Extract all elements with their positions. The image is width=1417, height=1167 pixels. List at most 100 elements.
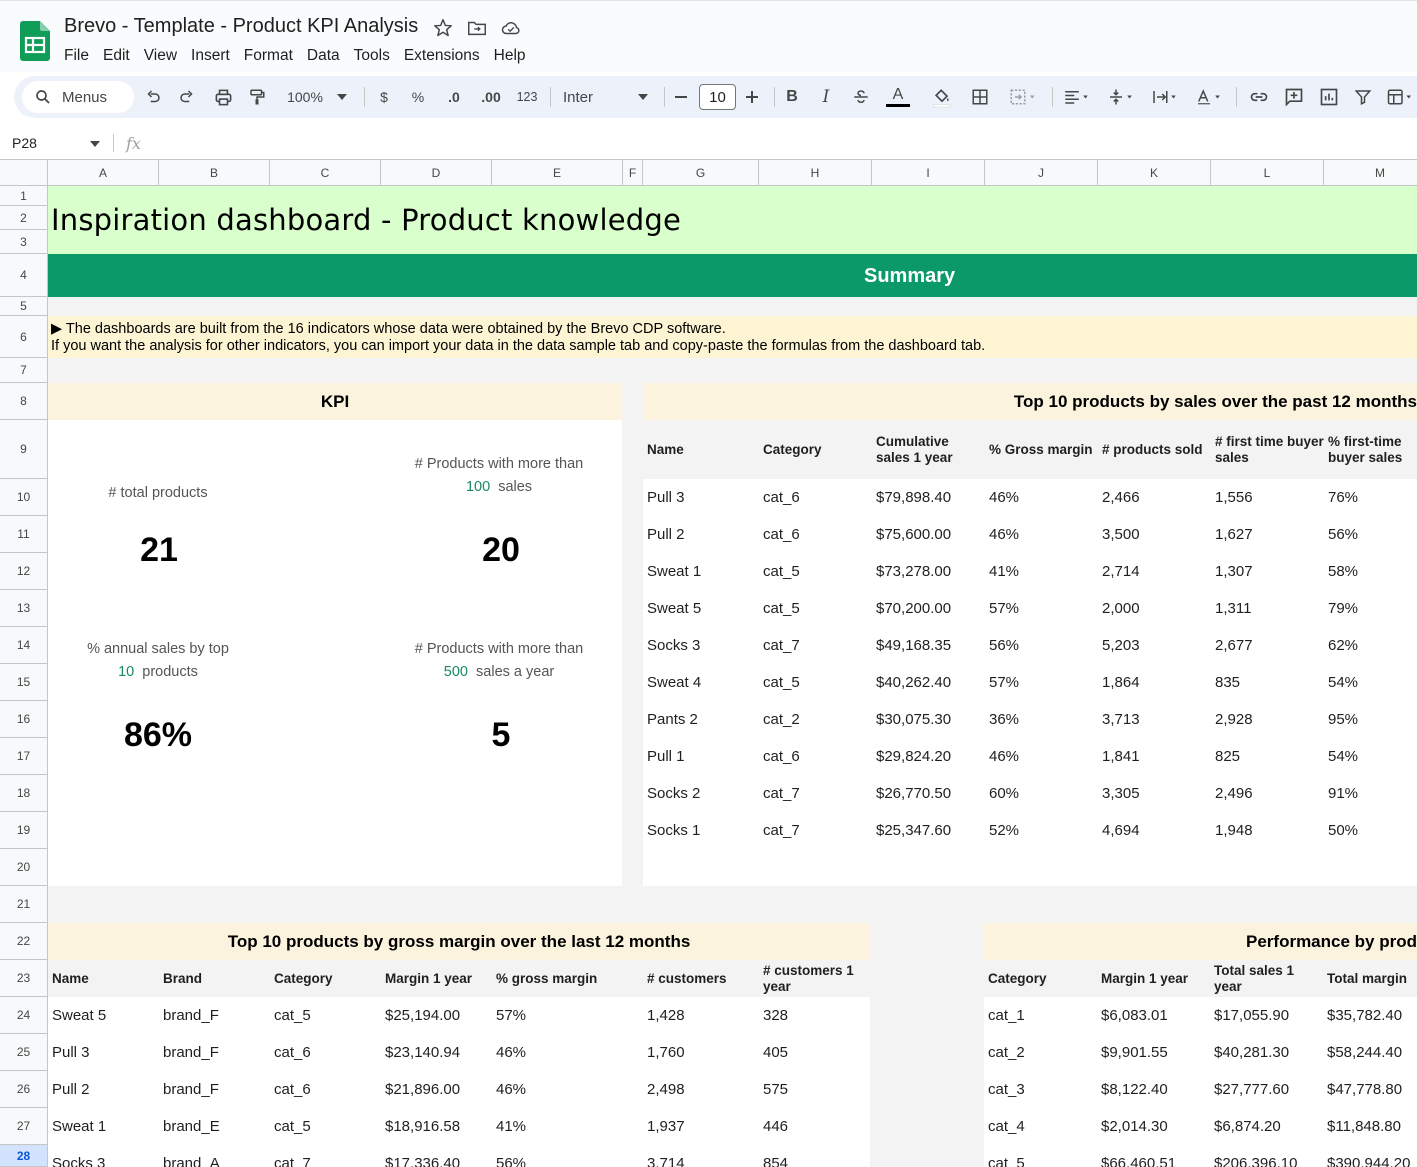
- row-header[interactable]: 13: [0, 590, 47, 627]
- row-header[interactable]: 26: [0, 1071, 47, 1108]
- star-icon[interactable]: [432, 17, 454, 39]
- decrease-decimal-button[interactable]: .0: [442, 76, 466, 118]
- font-size-input[interactable]: 10: [699, 84, 736, 110]
- insert-link-icon[interactable]: [1247, 76, 1271, 118]
- decrease-font-size-icon[interactable]: [673, 76, 689, 118]
- currency-format-button[interactable]: $: [376, 76, 392, 118]
- borders-icon[interactable]: [969, 76, 991, 118]
- zoom-value[interactable]: 100%: [282, 76, 328, 118]
- menu-extensions[interactable]: Extensions: [397, 45, 487, 67]
- row-header[interactable]: 14: [0, 627, 47, 664]
- row-header[interactable]: 2: [0, 206, 47, 230]
- row-header[interactable]: 23: [0, 960, 47, 997]
- menu-help[interactable]: Help: [487, 45, 533, 67]
- row-header[interactable]: 11: [0, 516, 47, 553]
- vertical-align-icon[interactable]: [1104, 76, 1140, 118]
- column-header[interactable]: L: [1211, 160, 1324, 186]
- fill-color-icon[interactable]: [930, 76, 954, 118]
- row-header[interactable]: 10: [0, 479, 47, 516]
- insert-chart-icon[interactable]: [1317, 76, 1341, 118]
- top-sales-cell: $29,824.20: [876, 748, 952, 765]
- search-menus-button[interactable]: Menus: [22, 81, 134, 113]
- row-header[interactable]: 15: [0, 664, 47, 701]
- strikethrough-icon[interactable]: [850, 76, 872, 118]
- document-title[interactable]: Brevo - Template - Product KPI Analysis: [64, 15, 418, 38]
- row-header[interactable]: 16: [0, 701, 47, 738]
- column-header[interactable]: M: [1324, 160, 1417, 186]
- row-header[interactable]: 18: [0, 775, 47, 812]
- redo-icon[interactable]: [176, 76, 198, 118]
- row-header[interactable]: 25: [0, 1034, 47, 1071]
- table-views-icon[interactable]: [1384, 76, 1417, 118]
- row-header[interactable]: 27: [0, 1108, 47, 1145]
- menu-tools[interactable]: Tools: [347, 45, 397, 67]
- undo-icon[interactable]: [142, 76, 164, 118]
- column-header[interactable]: H: [759, 160, 872, 186]
- row-header[interactable]: 24: [0, 997, 47, 1034]
- select-all-corner[interactable]: [0, 160, 48, 186]
- number-format-button[interactable]: 123: [514, 76, 540, 118]
- horizontal-align-icon[interactable]: [1060, 76, 1096, 118]
- top-sales-column-header: % Gross margin: [989, 441, 1093, 457]
- column-header[interactable]: D: [381, 160, 492, 186]
- row-header-active[interactable]: 28: [0, 1145, 47, 1167]
- filter-icon[interactable]: [1352, 76, 1374, 118]
- menu-insert[interactable]: Insert: [184, 45, 237, 67]
- merge-cells-icon[interactable]: [1004, 76, 1044, 118]
- row-header[interactable]: 20: [0, 849, 47, 886]
- italic-button[interactable]: I: [818, 76, 834, 118]
- row-header[interactable]: 4: [0, 254, 47, 297]
- column-header[interactable]: J: [985, 160, 1098, 186]
- top-sales-cell: cat_5: [763, 674, 800, 691]
- row-header[interactable]: 22: [0, 923, 47, 960]
- column-header[interactable]: B: [159, 160, 270, 186]
- menu-file[interactable]: File: [57, 45, 96, 67]
- column-header[interactable]: C: [270, 160, 381, 186]
- text-wrapping-icon[interactable]: [1148, 76, 1184, 118]
- menu-edit[interactable]: Edit: [96, 45, 137, 67]
- font-family-select[interactable]: Inter: [563, 76, 603, 118]
- menu-view[interactable]: View: [137, 45, 184, 67]
- insert-comment-icon[interactable]: [1282, 76, 1306, 118]
- row-header[interactable]: 21: [0, 886, 47, 923]
- row-header[interactable]: 1: [0, 186, 47, 206]
- text-rotation-icon[interactable]: [1192, 76, 1228, 118]
- column-header[interactable]: E: [492, 160, 623, 186]
- name-box[interactable]: P28: [12, 135, 37, 151]
- increase-font-size-icon[interactable]: [743, 76, 761, 118]
- menu-format[interactable]: Format: [237, 45, 300, 67]
- row-header[interactable]: 5: [0, 297, 47, 316]
- cloud-saved-icon[interactable]: [500, 17, 522, 39]
- paint-format-icon[interactable]: [246, 76, 268, 118]
- column-header[interactable]: F: [623, 160, 643, 186]
- percent-format-button[interactable]: %: [410, 76, 426, 118]
- column-header[interactable]: A: [48, 160, 159, 186]
- row-header[interactable]: 12: [0, 553, 47, 590]
- name-box-dropdown-icon[interactable]: [90, 141, 100, 147]
- row-header[interactable]: 6: [0, 316, 47, 358]
- menu-data[interactable]: Data: [300, 45, 347, 67]
- column-header[interactable]: I: [872, 160, 985, 186]
- row-header[interactable]: 9: [0, 420, 47, 479]
- print-icon[interactable]: [211, 76, 235, 118]
- app-header: Brevo - Template - Product KPI Analysis …: [0, 0, 1417, 72]
- top-margin-cell: cat_6: [274, 1081, 311, 1098]
- row-header[interactable]: 7: [0, 358, 47, 383]
- move-folder-icon[interactable]: [466, 17, 488, 39]
- row-header[interactable]: 19: [0, 812, 47, 849]
- column-header[interactable]: K: [1098, 160, 1211, 186]
- performance-cell: cat_1: [988, 1007, 1025, 1024]
- row-header[interactable]: 8: [0, 383, 47, 420]
- top-sales-cell: cat_5: [763, 600, 800, 617]
- increase-decimal-button[interactable]: .00: [476, 76, 506, 118]
- row-header[interactable]: 3: [0, 230, 47, 254]
- row-header[interactable]: 17: [0, 738, 47, 775]
- sheets-logo-icon[interactable]: [20, 21, 50, 61]
- bold-button[interactable]: B: [784, 76, 800, 118]
- column-header[interactable]: G: [643, 160, 759, 186]
- sheet-grid[interactable]: Inspiration dashboard - Product knowledg…: [48, 186, 1417, 1167]
- font-dropdown-icon[interactable]: [635, 76, 651, 118]
- top-sales-column-header: # products sold: [1102, 441, 1203, 457]
- text-color-button[interactable]: A: [884, 76, 912, 118]
- zoom-dropdown-icon[interactable]: [334, 76, 350, 118]
